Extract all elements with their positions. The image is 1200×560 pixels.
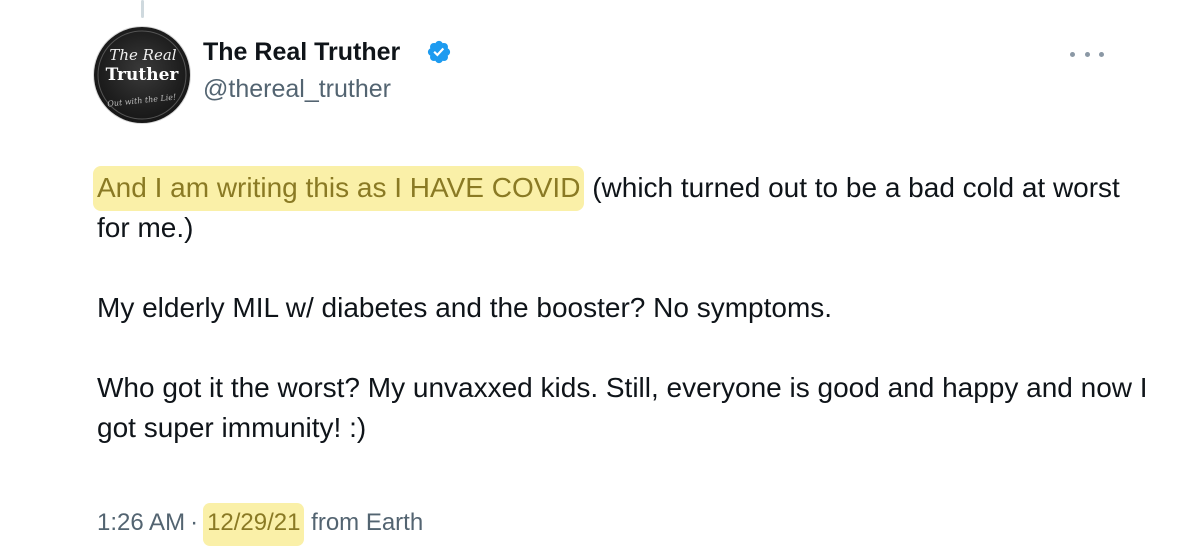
author-avatar[interactable]: The Real Truther Out with the Lie! xyxy=(94,27,190,123)
more-dot-icon xyxy=(1070,51,1075,57)
verified-badge-icon[interactable] xyxy=(426,39,452,65)
highlighted-phrase: And I am writing this as I HAVE COVID xyxy=(93,166,585,211)
tweet-paragraph-1: And I am writing this as I HAVE COVID (w… xyxy=(93,166,1157,248)
more-dot-icon xyxy=(1099,51,1104,57)
tweet-metadata: 1:26 AM · 12/29/21 from Earth xyxy=(97,503,424,546)
tweet-paragraph-3: Who got it the worst? My unvaxxed kids. … xyxy=(97,372,1148,443)
author-handle[interactable]: @thereal_truther xyxy=(203,73,391,105)
tweet-date[interactable]: 12/29/21 xyxy=(203,503,305,546)
author-name[interactable]: The Real Truther xyxy=(203,36,400,68)
avatar-text-main: Truther xyxy=(106,65,180,85)
avatar-tagline: Out with the Lie! xyxy=(107,92,177,108)
tweet-time[interactable]: 1:26 AM xyxy=(97,509,185,536)
tweet-source: from Earth xyxy=(304,509,424,536)
tweet-paragraph-2: My elderly MIL w/ diabetes and the boost… xyxy=(97,292,833,323)
avatar-logo: The Real Truther Out with the Lie! xyxy=(97,30,187,120)
thread-connector-line xyxy=(141,0,144,18)
tweet-text: And I am writing this as I HAVE COVID (w… xyxy=(93,166,1157,448)
more-horizontal-icon[interactable] xyxy=(1070,42,1104,66)
avatar-text-top: The Real xyxy=(109,46,176,64)
more-dot-icon xyxy=(1084,51,1090,57)
meta-separator: · xyxy=(190,509,199,536)
